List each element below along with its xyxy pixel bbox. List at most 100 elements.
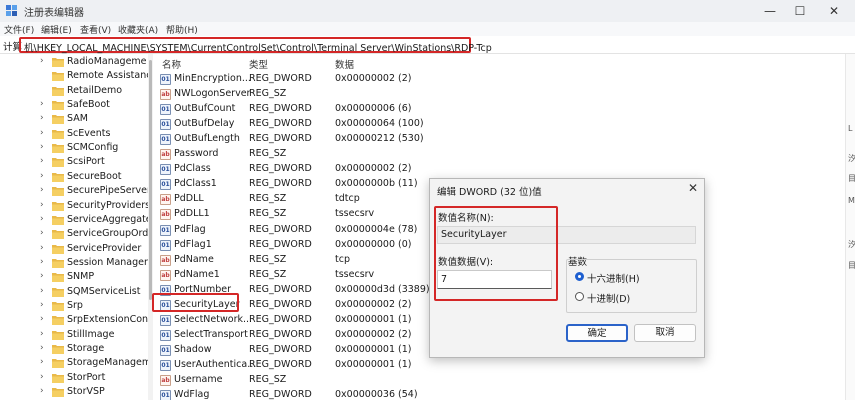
- value-row[interactable]: ab NWLogonServer REG_SZ: [154, 87, 844, 102]
- address-input[interactable]: 机\HKEY_LOCAL_MACHINE\SYSTEM\CurrentContr…: [19, 37, 492, 54]
- value-row[interactable]: 01 MinEncryption... REG_DWORD 0x00000002 (2…: [154, 72, 844, 87]
- tree-item-label: StillImage: [67, 328, 115, 340]
- tree-item[interactable]: › ScEvents: [0, 127, 150, 141]
- chevron-right-icon[interactable]: ›: [40, 329, 44, 339]
- tree-item[interactable]: › StorPort: [0, 371, 150, 385]
- chevron-right-icon[interactable]: ›: [40, 271, 44, 281]
- tree-item[interactable]: › ServiceAggregate: [0, 213, 150, 227]
- tree-item[interactable]: › SecurityProviders: [0, 199, 150, 213]
- value-type: REG_DWORD: [249, 298, 312, 310]
- value-row[interactable]: ab Username REG_SZ: [154, 373, 844, 388]
- hex-radio-label[interactable]: 十六进制(H): [587, 271, 640, 285]
- name-data-highlight: [434, 206, 558, 301]
- tree-item[interactable]: › SecurePipeServer: [0, 184, 150, 198]
- tree-item[interactable]: › RadioManageme: [0, 55, 150, 69]
- close-window-button[interactable]: ✕: [820, 2, 848, 20]
- dialog-close-button[interactable]: ✕: [688, 181, 698, 195]
- chevron-right-icon[interactable]: ›: [40, 286, 44, 296]
- value-name: PdDLL1: [174, 208, 210, 220]
- hex-radio[interactable]: [575, 272, 584, 281]
- value-row[interactable]: ab Password REG_SZ: [154, 147, 844, 162]
- tree-item[interactable]: › ServiceGroupOrde: [0, 227, 150, 241]
- chevron-right-icon[interactable]: ›: [40, 314, 44, 324]
- key-tree: › RadioManageme Remote Assistanc RetailDemo…: [0, 54, 150, 400]
- value-row[interactable]: 01 OutBufLength REG_DWORD 0x00000212 (530): [154, 132, 844, 147]
- tree-item[interactable]: › SCMConfig: [0, 141, 150, 155]
- value-name: PdName: [174, 253, 214, 265]
- value-row[interactable]: 01 OutBufDelay REG_DWORD 0x00000064 (100): [154, 117, 844, 132]
- chevron-right-icon[interactable]: ›: [40, 214, 44, 224]
- value-type: REG_DWORD: [249, 238, 312, 250]
- chevron-right-icon[interactable]: ›: [40, 171, 44, 181]
- tree-item[interactable]: › StorageManagem: [0, 356, 150, 370]
- tree-item[interactable]: › SrpExtensionConf: [0, 313, 150, 327]
- tree-item[interactable]: › StillImage: [0, 328, 150, 342]
- chevron-right-icon[interactable]: ›: [40, 257, 44, 267]
- tree-item[interactable]: RetailDemo: [0, 84, 150, 98]
- tree-item[interactable]: › Session Manager: [0, 256, 150, 270]
- chevron-right-icon[interactable]: ›: [40, 128, 44, 138]
- tree-item[interactable]: › SafeBoot: [0, 98, 150, 112]
- tree-item[interactable]: › SecureBoot: [0, 170, 150, 184]
- value-type: REG_DWORD: [249, 178, 312, 190]
- dec-radio-label[interactable]: 十进制(D): [587, 291, 630, 305]
- tree-item[interactable]: › Storage: [0, 342, 150, 356]
- value-data: 0x00000036 (54): [335, 389, 418, 400]
- column-header-data[interactable]: 数据: [335, 57, 354, 71]
- background-text: M: [848, 196, 855, 205]
- tree-item[interactable]: › SNMP: [0, 270, 150, 284]
- menu-favorites[interactable]: 收藏夹(A): [118, 23, 158, 36]
- tree-item[interactable]: › StorVSP: [0, 385, 150, 399]
- chevron-right-icon[interactable]: ›: [40, 357, 44, 367]
- value-name: WdFlag: [174, 389, 210, 400]
- chevron-right-icon[interactable]: ›: [40, 243, 44, 253]
- tree-item-label: ScsiPort: [67, 156, 105, 168]
- menu-view[interactable]: 查看(V): [80, 23, 111, 36]
- chevron-right-icon[interactable]: ›: [40, 200, 44, 210]
- folder-icon: [52, 72, 64, 82]
- minimize-button[interactable]: —: [756, 2, 784, 20]
- maximize-button[interactable]: ☐: [786, 2, 814, 20]
- value-row[interactable]: 01 WdFlag REG_DWORD 0x00000036 (54): [154, 388, 844, 400]
- menu-edit[interactable]: 编辑(E): [41, 23, 72, 36]
- tree-item[interactable]: › ServiceProvider: [0, 242, 150, 256]
- value-type: REG_DWORD: [249, 118, 312, 130]
- chevron-right-icon[interactable]: ›: [40, 386, 44, 396]
- value-type: REG_DWORD: [249, 103, 312, 115]
- tree-item[interactable]: › ScsiPort: [0, 155, 150, 169]
- ok-button[interactable]: 确定: [566, 324, 628, 342]
- column-header-type[interactable]: 类型: [249, 57, 268, 71]
- chevron-right-icon[interactable]: ›: [40, 56, 44, 66]
- tree-item[interactable]: › SQMServiceList: [0, 285, 150, 299]
- chevron-right-icon[interactable]: ›: [40, 99, 44, 109]
- chevron-right-icon[interactable]: ›: [40, 372, 44, 382]
- tree-item[interactable]: Remote Assistanc: [0, 69, 150, 83]
- folder-icon: [52, 201, 64, 211]
- menu-file[interactable]: 文件(F): [4, 23, 34, 36]
- dec-radio[interactable]: [575, 292, 584, 301]
- chevron-right-icon[interactable]: ›: [40, 156, 44, 166]
- tree-scrollbar-thumb[interactable]: [149, 60, 152, 300]
- title-bar: 注册表编辑器 — ☐ ✕: [0, 0, 855, 22]
- value-row[interactable]: 01 PdClass REG_DWORD 0x00000002 (2): [154, 162, 844, 177]
- tree-item[interactable]: › SAM: [0, 112, 150, 126]
- chevron-right-icon[interactable]: ›: [40, 113, 44, 123]
- tree-item-label: StorVSP: [67, 386, 105, 398]
- column-header-name[interactable]: 名称: [162, 57, 181, 71]
- value-data: 0x00000001 (1): [335, 313, 412, 325]
- tree-item[interactable]: › Srp: [0, 299, 150, 313]
- cancel-button[interactable]: 取消: [634, 324, 696, 342]
- chevron-right-icon[interactable]: ›: [40, 300, 44, 310]
- menu-help[interactable]: 帮助(H): [166, 23, 198, 36]
- value-name: PdDLL: [174, 193, 204, 205]
- value-row[interactable]: 01 UserAuthentica... REG_DWORD 0x00000001 (…: [154, 358, 844, 373]
- value-type: REG_SZ: [249, 253, 287, 265]
- value-data: 0x00000064 (100): [335, 118, 424, 130]
- chevron-right-icon[interactable]: ›: [40, 185, 44, 195]
- chevron-right-icon[interactable]: ›: [40, 343, 44, 353]
- value-data: tssecsrv: [335, 208, 375, 220]
- chevron-right-icon[interactable]: ›: [40, 142, 44, 152]
- binary-value-icon: 01: [160, 119, 171, 131]
- chevron-right-icon[interactable]: ›: [40, 228, 44, 238]
- value-row[interactable]: 01 OutBufCount REG_DWORD 0x00000006 (6): [154, 102, 844, 117]
